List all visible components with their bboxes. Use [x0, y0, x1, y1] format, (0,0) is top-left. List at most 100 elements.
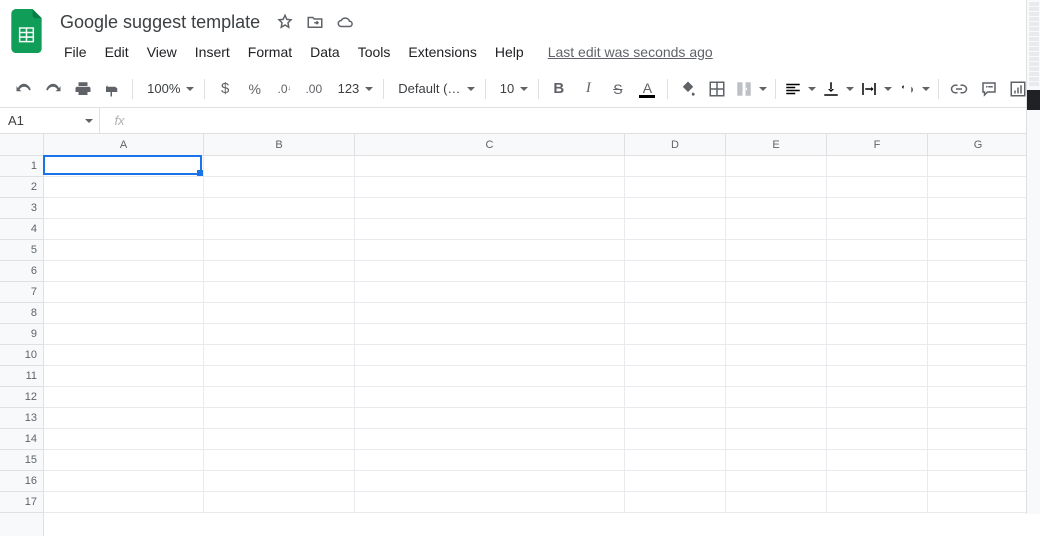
cell[interactable] [625, 324, 726, 345]
cell[interactable] [44, 156, 204, 177]
borders-button[interactable] [704, 75, 732, 103]
cell[interactable] [928, 492, 1029, 513]
cell[interactable] [726, 156, 827, 177]
cell[interactable] [204, 156, 355, 177]
cell[interactable] [827, 303, 928, 324]
cell[interactable] [355, 261, 625, 282]
menu-data[interactable]: Data [302, 40, 348, 64]
doc-title[interactable]: Google suggest template [56, 10, 264, 35]
cell[interactable] [827, 324, 928, 345]
cell[interactable] [44, 450, 204, 471]
cell[interactable] [204, 408, 355, 429]
cell[interactable] [355, 156, 625, 177]
cell[interactable] [827, 492, 928, 513]
cell[interactable] [726, 303, 827, 324]
cell[interactable] [726, 261, 827, 282]
cell[interactable] [827, 366, 928, 387]
cell[interactable] [204, 429, 355, 450]
cell[interactable] [625, 282, 726, 303]
cell[interactable] [625, 471, 726, 492]
cell[interactable] [204, 177, 355, 198]
cell[interactable] [355, 198, 625, 219]
menu-view[interactable]: View [139, 40, 185, 64]
sheets-logo[interactable] [10, 8, 46, 54]
cell[interactable] [928, 324, 1029, 345]
comment-button[interactable] [975, 75, 1003, 103]
col-header-A[interactable]: A [44, 134, 204, 155]
redo-button[interactable] [40, 75, 68, 103]
row-header-17[interactable]: 17 [0, 492, 43, 513]
cell[interactable] [928, 156, 1029, 177]
cell[interactable] [44, 261, 204, 282]
cell[interactable] [44, 219, 204, 240]
cell[interactable] [928, 261, 1029, 282]
cell[interactable] [726, 471, 827, 492]
cell[interactable] [44, 282, 204, 303]
cell[interactable] [204, 324, 355, 345]
row-header-6[interactable]: 6 [0, 261, 43, 282]
print-button[interactable] [69, 75, 97, 103]
cell[interactable] [928, 345, 1029, 366]
cell[interactable] [726, 219, 827, 240]
cell[interactable] [44, 492, 204, 513]
cloud-icon[interactable] [336, 13, 354, 31]
decrease-decimal-button[interactable]: .0↓ [271, 75, 299, 103]
cell[interactable] [355, 219, 625, 240]
col-header-E[interactable]: E [726, 134, 827, 155]
cell[interactable] [827, 429, 928, 450]
cell[interactable] [726, 492, 827, 513]
cell[interactable] [355, 177, 625, 198]
bold-button[interactable]: B [545, 75, 573, 103]
percent-button[interactable]: % [241, 75, 269, 103]
cell[interactable] [726, 324, 827, 345]
row-header-16[interactable]: 16 [0, 471, 43, 492]
cell[interactable] [928, 471, 1029, 492]
cell[interactable] [726, 198, 827, 219]
cell[interactable] [355, 429, 625, 450]
cell[interactable] [44, 471, 204, 492]
row-header-12[interactable]: 12 [0, 387, 43, 408]
col-header-C[interactable]: C [355, 134, 625, 155]
explore-sidebar[interactable] [1026, 0, 1040, 514]
cell[interactable] [928, 387, 1029, 408]
cell[interactable] [827, 177, 928, 198]
cell[interactable] [355, 366, 625, 387]
cell[interactable] [44, 408, 204, 429]
cell[interactable] [625, 156, 726, 177]
cell[interactable] [726, 177, 827, 198]
cell[interactable] [355, 345, 625, 366]
formula-bar[interactable] [140, 108, 1040, 133]
cell[interactable] [44, 198, 204, 219]
cell[interactable] [726, 387, 827, 408]
cell[interactable] [827, 345, 928, 366]
cell[interactable] [625, 429, 726, 450]
cell[interactable] [928, 198, 1029, 219]
cell[interactable] [625, 366, 726, 387]
cell[interactable] [928, 303, 1029, 324]
menu-format[interactable]: Format [240, 40, 300, 64]
row-header-2[interactable]: 2 [0, 177, 43, 198]
cell[interactable] [355, 471, 625, 492]
cell-grid[interactable] [44, 156, 1040, 536]
cell[interactable] [204, 450, 355, 471]
text-color-button[interactable]: A [634, 75, 662, 103]
menu-help[interactable]: Help [487, 40, 532, 64]
cell[interactable] [726, 366, 827, 387]
merge-dropdown[interactable] [733, 75, 769, 103]
cell[interactable] [355, 387, 625, 408]
strikethrough-button[interactable]: S [604, 75, 632, 103]
menu-file[interactable]: File [56, 40, 95, 64]
cell[interactable] [204, 240, 355, 261]
cell[interactable] [726, 429, 827, 450]
cell[interactable] [204, 282, 355, 303]
col-header-B[interactable]: B [204, 134, 355, 155]
cell[interactable] [827, 261, 928, 282]
row-header-9[interactable]: 9 [0, 324, 43, 345]
menu-tools[interactable]: Tools [350, 40, 399, 64]
cell[interactable] [204, 471, 355, 492]
cell[interactable] [827, 219, 928, 240]
paint-format-button[interactable] [99, 75, 127, 103]
wrap-dropdown[interactable] [858, 75, 894, 103]
cell[interactable] [204, 345, 355, 366]
cell[interactable] [44, 345, 204, 366]
